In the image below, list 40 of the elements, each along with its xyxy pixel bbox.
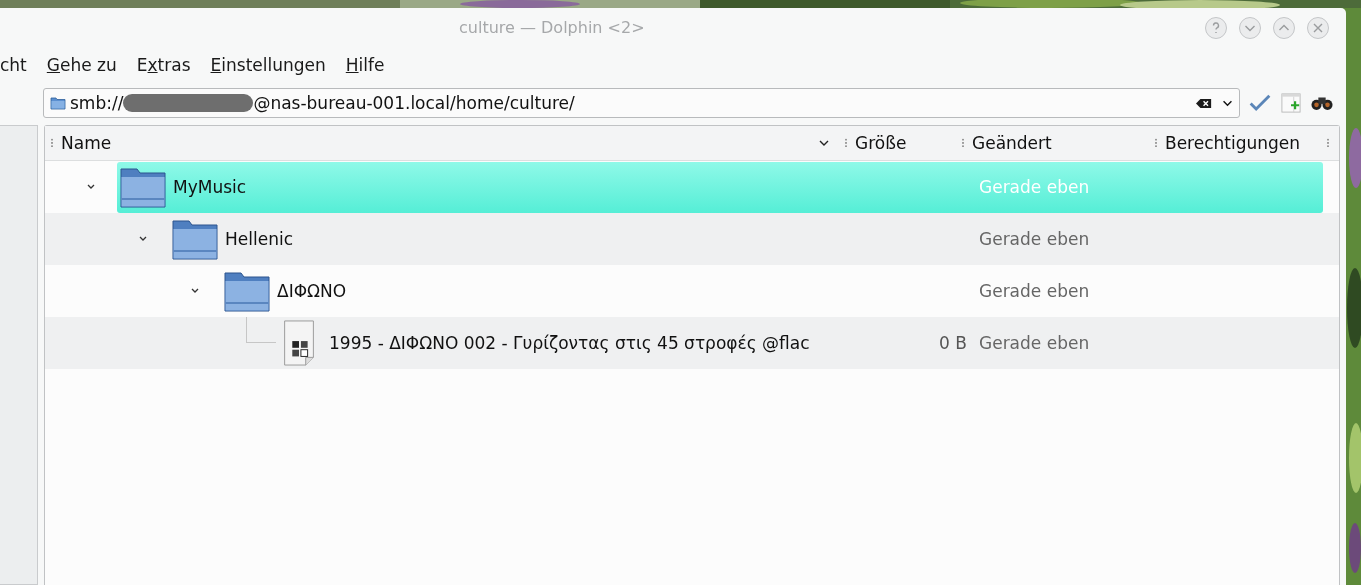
file-name: 1995 - ΔΙΦΩΝΟ 002 - Γυρίζοντας στις 45 στροφές @flac (329, 333, 811, 353)
resize-handle[interactable] (1327, 138, 1329, 148)
collapse-icon[interactable] (139, 236, 147, 242)
collapse-icon[interactable] (87, 184, 95, 190)
modified-date: Gerade eben (979, 281, 1090, 301)
column-header[interactable]: Name (61, 133, 112, 153)
file-row[interactable]: ΔΙΦΩΝΟ Gerade eben (221, 265, 1323, 317)
modified-date: Gerade eben (979, 333, 1090, 353)
clear-icon[interactable] (1196, 97, 1212, 109)
file-size: 0 B (939, 333, 967, 353)
modified-date: Gerade eben (979, 229, 1090, 249)
help-button[interactable] (1204, 16, 1228, 40)
column-header[interactable]: Geändert (972, 133, 1052, 153)
column-header[interactable]: Berechtigungen (1165, 133, 1301, 153)
file-name: Hellenic (225, 229, 294, 249)
location-field[interactable]: smb:// @nas-bureau-001.local/home/culture/ (43, 88, 1240, 118)
maximize-button[interactable] (1272, 16, 1296, 40)
menu-item[interactable]: Hilfe (345, 55, 385, 75)
column-header[interactable]: Größe (855, 133, 907, 153)
modified-date: Gerade eben (979, 177, 1090, 197)
dropdown-icon[interactable] (1222, 99, 1233, 107)
folder-icon (50, 96, 66, 110)
menu-item[interactable]: cht (0, 55, 27, 75)
menu-item[interactable]: Einstellungen (210, 55, 326, 75)
resize-handle[interactable] (962, 138, 964, 148)
resize-handle[interactable] (845, 138, 847, 148)
resize-handle[interactable] (1155, 138, 1157, 148)
menu-item[interactable]: Extras (136, 55, 191, 75)
selected-row[interactable]: MyMusic Gerade eben (117, 161, 1323, 213)
file-name: MyMusic (173, 177, 248, 197)
resize-handle[interactable] (51, 138, 53, 148)
minimize-button[interactable] (1238, 16, 1262, 40)
tree-line (246, 317, 276, 343)
file-name: ΔΙΦΩΝΟ (277, 281, 348, 301)
new-panel-icon[interactable] (1280, 93, 1302, 113)
checkmark-icon[interactable] (1249, 93, 1271, 113)
collapse-icon[interactable] (191, 288, 199, 294)
close-button[interactable] (1306, 16, 1330, 40)
menu-item[interactable]: Gehe zu (46, 55, 117, 75)
window-title: culture — Dolphin <2> (459, 18, 645, 37)
